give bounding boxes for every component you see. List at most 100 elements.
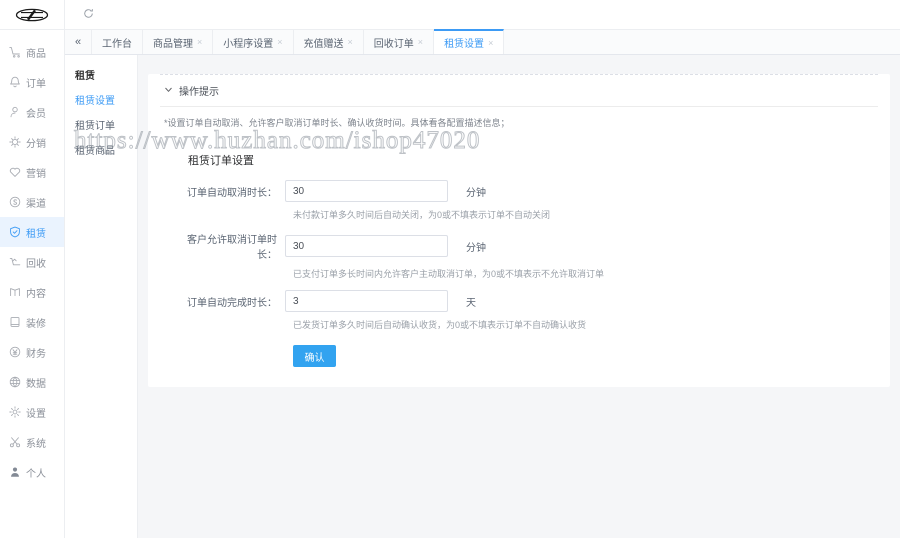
sidebar-item-label: 系统 <box>26 438 46 450</box>
sidebar-item-label: 回收 <box>26 258 46 270</box>
tab-label: 租赁设置 <box>444 39 485 50</box>
field-input-0[interactable] <box>285 180 448 202</box>
submenu-items: 租赁设置 租赁订单 租赁商品 <box>65 82 137 157</box>
field-label: 订单自动完成时长： <box>187 297 277 309</box>
tabbar: « 工作台 商品管理 × 小程序设置 × 充值赠送 × 回收订单 × 租赁设置 × <box>65 29 900 55</box>
app-root: 商品 订单 会员 分销 营销 渠道 租赁 回收 内容 装修 财务 数据 设置 系统 个人 « 工作台 商品管理… <box>0 0 900 538</box>
yen-icon <box>9 346 21 358</box>
sidebar: 商品订单会员分销营销渠道租赁回收内容装修财务数据设置系统个人 <box>0 0 65 538</box>
field-unit: 分钟 <box>466 187 486 199</box>
sidebar-item-7[interactable]: 回收 <box>0 247 64 277</box>
operation-tip-title: 操作提示 <box>179 87 219 98</box>
sidebar-item-label: 营销 <box>26 168 46 180</box>
sidebar-item-9[interactable]: 装修 <box>0 307 64 337</box>
submenu-item-1[interactable]: 租赁订单 <box>65 107 137 132</box>
content-area: 操作提示 *设置订单自动取消、允许客户取消订单时长、确认收货时间。具体看各配置描… <box>138 55 900 538</box>
tab-close-icon[interactable]: × <box>418 37 423 47</box>
sidebar-item-label: 内容 <box>26 288 46 300</box>
tab-0[interactable]: 工作台 <box>91 30 143 54</box>
sidebar-item-10[interactable]: 财务 <box>0 337 64 367</box>
sidebar-item-label: 个人 <box>26 468 46 480</box>
field-input-1[interactable] <box>285 235 448 257</box>
book-icon <box>9 286 21 298</box>
sidebar-item-label: 租赁 <box>26 228 46 240</box>
tab-close-icon[interactable]: × <box>197 37 202 47</box>
tab-3[interactable]: 充值赠送 × <box>293 30 364 54</box>
sidebar-item-label: 分销 <box>26 138 46 150</box>
gear-icon <box>9 406 21 418</box>
app-logo[interactable] <box>0 0 64 30</box>
sidebar-item-label: 渠道 <box>26 198 46 210</box>
sidebar-item-13[interactable]: 系统 <box>0 427 64 457</box>
tab-label: 小程序设置 <box>223 38 274 50</box>
form-row-2: 订单自动完成时长： 天 <box>148 290 890 312</box>
chevron-down-icon <box>164 85 173 97</box>
ellipse-logo-icon <box>15 8 49 21</box>
section-title: 租赁订单设置 <box>188 155 254 167</box>
sidebar-item-5[interactable]: 渠道 <box>0 187 64 217</box>
submenu-title: 租赁 <box>75 71 95 82</box>
double-chevron-left-icon[interactable]: « <box>65 30 91 54</box>
tab-5[interactable]: 租赁设置 × <box>434 29 505 54</box>
field-label: 客户允许取消订单时长： <box>187 235 277 261</box>
sidebar-item-4[interactable]: 营销 <box>0 157 64 187</box>
tab-close-icon[interactable]: × <box>348 37 353 47</box>
share-icon <box>9 136 21 148</box>
submenu-item-2[interactable]: 租赁商品 <box>65 132 137 157</box>
operation-tip-panel: 操作提示 *设置订单自动取消、允许客户取消订单时长、确认收货时间。具体看各配置描… <box>160 74 878 138</box>
submenu-panel: 租赁 租赁设置 租赁订单 租赁商品 <box>65 55 138 538</box>
globe-icon <box>9 376 21 388</box>
confirm-button[interactable]: 确认 <box>293 345 336 367</box>
sidebar-item-label: 订单 <box>26 78 46 90</box>
sidebar-item-11[interactable]: 数据 <box>0 367 64 397</box>
field-hint: 未付款订单多久时间后自动关闭，为0或不填表示订单不自动关闭 <box>293 210 551 220</box>
sidebar-item-label: 设置 <box>26 408 46 420</box>
tab-close-icon[interactable]: × <box>277 37 282 47</box>
coin-icon <box>9 196 21 208</box>
person-icon <box>9 466 21 478</box>
sidebar-item-8[interactable]: 内容 <box>0 277 64 307</box>
field-hint: 已支付订单多长时间内允许客户主动取消订单，为0或不填表示不允许取消订单 <box>293 269 605 279</box>
sidebar-item-label: 财务 <box>26 348 46 360</box>
tab-label: 回收订单 <box>373 38 414 50</box>
operation-tip-header[interactable]: 操作提示 <box>160 75 878 107</box>
field-hint: 已发货订单多久时间后自动确认收货，为0或不填表示订单不自动确认收货 <box>293 320 587 330</box>
heart-icon <box>9 166 21 178</box>
sidebar-item-2[interactable]: 会员 <box>0 97 64 127</box>
scissors-icon <box>9 436 21 448</box>
sidebar-item-12[interactable]: 设置 <box>0 397 64 427</box>
submenu-item-0[interactable]: 租赁设置 <box>65 82 137 107</box>
tab-1[interactable]: 商品管理 × <box>143 30 214 54</box>
sidebar-item-3[interactable]: 分销 <box>0 127 64 157</box>
tab-label: 商品管理 <box>153 38 193 50</box>
sidebar-item-14[interactable]: 个人 <box>0 457 64 487</box>
field-label: 订单自动取消时长： <box>187 187 277 199</box>
sidebar-item-label: 会员 <box>26 108 46 120</box>
tab-list: 工作台 商品管理 × 小程序设置 × 充值赠送 × 回收订单 × 租赁设置 × <box>91 29 505 54</box>
topbar <box>65 0 900 30</box>
sidebar-items: 商品订单会员分销营销渠道租赁回收内容装修财务数据设置系统个人 <box>0 30 64 487</box>
sidebar-item-label: 商品 <box>26 48 46 60</box>
settings-card: 操作提示 *设置订单自动取消、允许客户取消订单时长、确认收货时间。具体看各配置描… <box>148 74 890 387</box>
tab-close-icon[interactable]: × <box>488 38 493 48</box>
tab-label: 充值赠送 <box>303 38 344 50</box>
sidebar-item-label: 数据 <box>26 378 46 390</box>
operation-tip-body: *设置订单自动取消、允许客户取消订单时长、确认收货时间。具体看各配置描述信息； <box>164 118 510 128</box>
form-row-1: 客户允许取消订单时长： 分钟 <box>148 231 890 261</box>
shield-check-icon <box>9 226 21 238</box>
sidebar-item-1[interactable]: 订单 <box>0 67 64 97</box>
sidebar-item-0[interactable]: 商品 <box>0 37 64 67</box>
tab-label: 工作台 <box>102 38 132 50</box>
tab-2[interactable]: 小程序设置 × <box>213 30 294 54</box>
tab-4[interactable]: 回收订单 × <box>363 30 435 54</box>
sidebar-item-6[interactable]: 租赁 <box>0 217 64 247</box>
form-row-0: 订单自动取消时长： 分钟 <box>148 180 890 202</box>
field-unit: 分钟 <box>466 242 486 254</box>
field-input-2[interactable] <box>285 290 448 312</box>
field-unit: 天 <box>466 297 476 309</box>
layout-icon <box>9 316 21 328</box>
user-icon <box>9 106 21 118</box>
cart-icon <box>9 46 21 58</box>
recycle-icon <box>9 256 21 268</box>
refresh-icon[interactable] <box>83 6 94 24</box>
